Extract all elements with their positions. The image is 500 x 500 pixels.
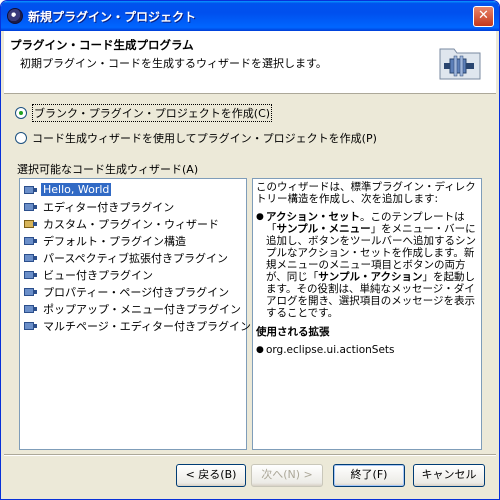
radio-use-wizard-label: コード生成ウィザードを使用してプラグイン・プロジェクトを作成(P): [32, 132, 377, 145]
plugin-wizard-icon: [23, 251, 37, 265]
wizard-header: プラグイン・コード生成プログラム 初期プラグイン・コードを生成するウィザードを選…: [4, 31, 496, 94]
list-item[interactable]: ビュー付きプラグイン: [23, 266, 155, 283]
plugin-wizard-icon: [23, 285, 37, 299]
back-button[interactable]: < 戻る(B): [176, 464, 246, 487]
list-item-label: エディター付きプラグイン: [43, 200, 175, 214]
wizard-list[interactable]: Hello, World エディター付きプラグイン カスタム・プラグイン・ウィザ…: [19, 178, 251, 450]
bullet-icon: ●: [256, 345, 264, 355]
extension-id: org.eclipse.ui.actionSets: [266, 344, 395, 356]
list-item-label: ビュー付きプラグイン: [43, 268, 153, 282]
description-bullet: ● アクション・セット。このテンプレートは「サンプル・メニュー」をメニュー・バー…: [256, 211, 478, 319]
list-item-label: マルチページ・エディター付きプラグイン: [43, 319, 252, 333]
bullet-bold-1: サンプル・メニュー: [276, 223, 371, 235]
bullet-icon: ●: [256, 212, 264, 222]
cancel-button[interactable]: キャンセル: [413, 464, 485, 487]
plugin-wizard-icon: [23, 200, 37, 214]
extensions-heading: 使用される拡張: [256, 326, 330, 338]
radio-blank-project[interactable]: ブランク・プラグイン・プロジェクトを作成(C): [15, 104, 273, 122]
extension-item: ● org.eclipse.ui.actionSets: [256, 344, 478, 356]
close-button[interactable]: ✕: [473, 6, 494, 27]
list-item-label: パースペクティブ拡張付きプラグイン: [43, 251, 229, 265]
list-item[interactable]: デフォルト・プラグイン構造: [23, 232, 188, 249]
wizard-window: 新規プラグイン・プロジェクト ✕ プラグイン・コード生成プログラム 初期プラグイ…: [0, 0, 500, 500]
bullet-title: アクション・セット: [266, 211, 360, 223]
custom-wizard-icon: [23, 217, 37, 231]
page-title: プラグイン・コード生成プログラム: [10, 38, 194, 52]
plugin-wizard-icon: [23, 302, 37, 316]
list-item[interactable]: カスタム・プラグイン・ウィザード: [23, 215, 221, 232]
list-item-label: カスタム・プラグイン・ウィザード: [43, 217, 219, 231]
page-description: 初期プラグイン・コードを生成するウィザードを選択します。: [20, 57, 327, 70]
next-button[interactable]: 次へ(N) >: [251, 464, 323, 487]
finish-button[interactable]: 終了(F): [333, 464, 405, 487]
title-bar[interactable]: 新規プラグイン・プロジェクト ✕: [1, 1, 499, 31]
wizard-description: このウィザードは、標準プラグイン・ディレクトリー構造を作成し、次を追加します: …: [252, 178, 482, 450]
list-item-label: ポップアップ・メニュー付きプラグイン: [43, 302, 241, 316]
list-item[interactable]: マルチページ・エディター付きプラグイン: [23, 317, 253, 334]
plugin-wizard-icon: [23, 234, 37, 248]
list-item-label: Hello, World: [41, 183, 112, 196]
plugin-wizard-icon: [23, 183, 37, 197]
bullet-content: アクション・セット。このテンプレートは「サンプル・メニュー」をメニュー・バーに追…: [266, 211, 478, 319]
list-item-label: プロパティー・ページ付きプラグイン: [43, 285, 230, 299]
plugin-folder-icon: [439, 48, 481, 80]
button-separator: [4, 454, 496, 456]
list-item[interactable]: ポップアップ・メニュー付きプラグイン: [23, 300, 243, 317]
radio-button-unchecked[interactable]: [15, 132, 27, 144]
plugin-wizard-icon: [23, 268, 37, 282]
list-item[interactable]: パースペクティブ拡張付きプラグイン: [23, 249, 230, 266]
window-title: 新規プラグイン・プロジェクト: [28, 10, 197, 24]
radio-button-checked[interactable]: [15, 107, 27, 119]
eclipse-icon: [7, 8, 23, 24]
radio-blank-project-label: ブランク・プラグイン・プロジェクトを作成(C): [32, 104, 273, 122]
list-item[interactable]: Hello, World: [23, 181, 112, 198]
plugin-wizard-icon: [23, 319, 37, 333]
radio-use-wizard[interactable]: コード生成ウィザードを使用してプラグイン・プロジェクトを作成(P): [15, 130, 377, 146]
description-intro: このウィザードは、標準プラグイン・ディレクトリー構造を作成し、次を追加します:: [256, 181, 476, 205]
list-item[interactable]: プロパティー・ページ付きプラグイン: [23, 283, 231, 300]
bullet-bold-2: サンプル・アクション: [318, 271, 423, 283]
wizard-list-label: 選択可能なコード生成ウィザード(A): [17, 163, 199, 176]
list-item-label: デフォルト・プラグイン構造: [43, 234, 186, 248]
list-item[interactable]: エディター付きプラグイン: [23, 198, 176, 215]
